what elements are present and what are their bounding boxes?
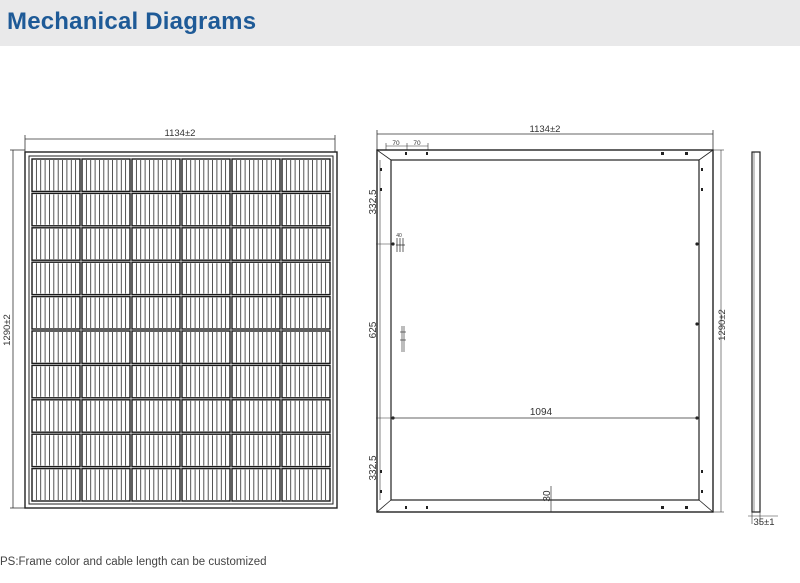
solar-cell (231, 467, 281, 502)
front-width-label: 1134±2 (165, 128, 196, 139)
solar-cell (281, 433, 331, 468)
solar-cell (81, 227, 131, 261)
footnote: PS:Frame color and cable length can be c… (0, 556, 267, 568)
thickness-label: 35±1 (753, 517, 774, 528)
solar-cell (81, 330, 131, 365)
solar-cell (281, 295, 331, 330)
solar-cell (81, 467, 131, 502)
solar-cell (231, 158, 281, 193)
solar-cell (131, 433, 181, 468)
solar-cell (131, 295, 181, 330)
solar-cell (131, 399, 181, 433)
solar-cell (281, 467, 331, 502)
solar-cell (181, 261, 231, 296)
solar-cell (231, 433, 281, 468)
solar-cell (181, 467, 231, 502)
solar-cell (281, 364, 331, 399)
front-height-label: 1290±2 (2, 314, 13, 346)
solar-cell (281, 227, 331, 261)
solar-cell (181, 192, 231, 227)
solar-cell (181, 364, 231, 399)
solar-cell (281, 158, 331, 193)
solar-cell (31, 399, 81, 433)
solar-cell (281, 261, 331, 296)
solar-cell (181, 227, 231, 261)
solar-cell (281, 192, 331, 227)
solar-cell (31, 295, 81, 330)
solar-cell (281, 330, 331, 365)
solar-cell (31, 227, 81, 261)
back-dim-bottom-label: 332.5 (368, 455, 379, 480)
solar-cell (81, 192, 131, 227)
solar-cell (81, 158, 131, 193)
back-dim-top-label: 332.5 (368, 189, 379, 214)
back-view: 1134±2 70 70 332.5 625 332.5 40 1094 30 … (368, 124, 728, 513)
hole-spacing-right-label: 70 (413, 140, 421, 147)
solar-cell (81, 399, 131, 433)
solar-cell (81, 433, 131, 468)
solar-cell (131, 192, 181, 227)
solar-cell (31, 433, 81, 468)
solar-cell (31, 158, 81, 193)
solar-cell (281, 399, 331, 433)
solar-cell (181, 330, 231, 365)
solar-cell (131, 158, 181, 193)
rail-width-label: 30 (542, 490, 553, 502)
solar-cell (231, 227, 281, 261)
front-view: 1134±2 1290±2 (2, 128, 338, 509)
solar-cell (81, 364, 131, 399)
solar-cell (31, 192, 81, 227)
solar-cell (31, 364, 81, 399)
back-width-label: 1134±2 (530, 124, 561, 135)
small-mark-label: 40 (396, 233, 402, 239)
side-profile (751, 151, 761, 513)
inner-width-label: 1094 (530, 407, 553, 418)
solar-cell (181, 433, 231, 468)
solar-cell (31, 330, 81, 365)
solar-cell (31, 467, 81, 502)
side-view: 35±1 (748, 151, 778, 528)
solar-cell (181, 158, 231, 193)
solar-cell (231, 330, 281, 365)
back-frame (376, 149, 714, 513)
solar-cell (231, 364, 281, 399)
solar-cell (181, 399, 231, 433)
solar-cell (131, 261, 181, 296)
solar-cell (231, 192, 281, 227)
mechanical-diagram: 1134±2 1290±2 1134±2 70 70 332.5 625 332… (2, 124, 778, 528)
solar-cell (131, 467, 181, 502)
solar-cell (231, 295, 281, 330)
solar-cell (31, 261, 81, 296)
solar-cell (81, 295, 131, 330)
solar-cell (131, 364, 181, 399)
back-height-label: 1290±2 (717, 309, 728, 341)
solar-cell (131, 330, 181, 365)
solar-cell (231, 261, 281, 296)
solar-cell (231, 399, 281, 433)
back-dim-middle-label: 625 (368, 321, 379, 338)
solar-cell (81, 261, 131, 296)
hole-spacing-left-label: 70 (392, 140, 400, 147)
solar-cell (131, 227, 181, 261)
solar-cell (181, 295, 231, 330)
